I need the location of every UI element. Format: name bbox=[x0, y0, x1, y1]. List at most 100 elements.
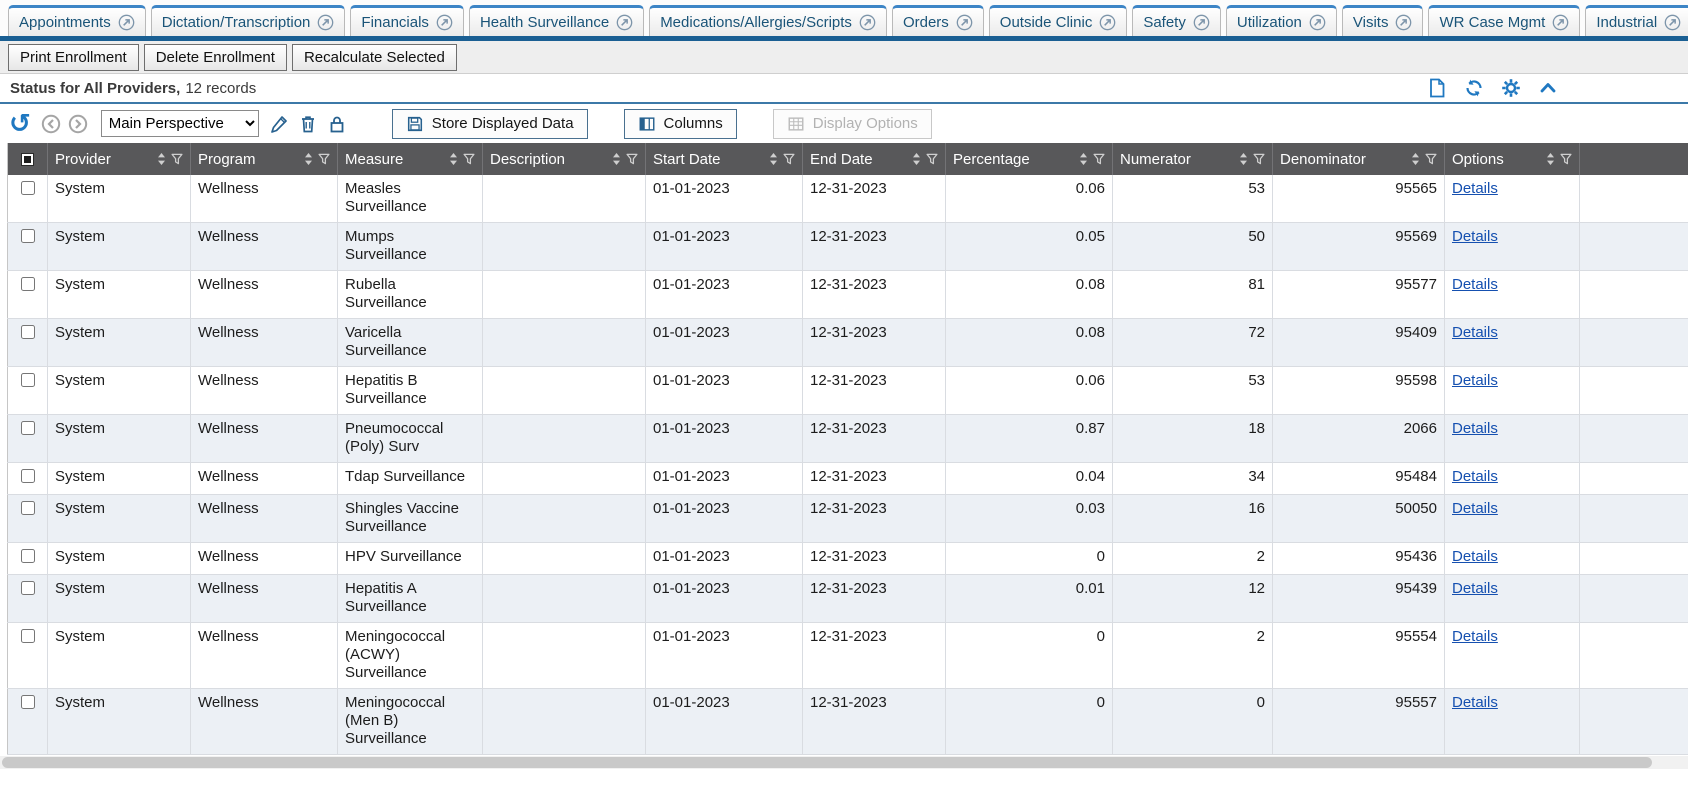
open-tab-window-icon[interactable] bbox=[436, 14, 453, 31]
tab-dictation-transcription[interactable]: Dictation/Transcription bbox=[151, 5, 346, 36]
open-tab-window-icon[interactable] bbox=[1099, 14, 1116, 31]
details-link[interactable]: Details bbox=[1452, 548, 1498, 565]
filter-icon[interactable] bbox=[1093, 153, 1105, 165]
sort-icon[interactable] bbox=[1079, 152, 1088, 166]
details-link[interactable]: Details bbox=[1452, 420, 1498, 437]
open-tab-window-icon[interactable] bbox=[956, 14, 973, 31]
new-document-icon[interactable] bbox=[1427, 78, 1447, 98]
sort-icon[interactable] bbox=[912, 152, 921, 166]
open-tab-window-icon[interactable] bbox=[616, 14, 633, 31]
cell-description bbox=[483, 367, 646, 415]
tab-utilization[interactable]: Utilization bbox=[1226, 5, 1337, 36]
sort-icon[interactable] bbox=[304, 152, 313, 166]
row-select-checkbox[interactable] bbox=[21, 229, 35, 243]
column-header-percentage[interactable]: Percentage bbox=[946, 143, 1113, 175]
row-select-checkbox[interactable] bbox=[21, 325, 35, 339]
sort-icon[interactable] bbox=[1239, 152, 1248, 166]
nav-forward-icon[interactable] bbox=[68, 114, 88, 134]
details-link[interactable]: Details bbox=[1452, 580, 1498, 597]
column-header-description[interactable]: Description bbox=[483, 143, 646, 175]
open-tab-window-icon[interactable] bbox=[1664, 14, 1681, 31]
details-link[interactable]: Details bbox=[1452, 228, 1498, 245]
details-link[interactable]: Details bbox=[1452, 276, 1498, 293]
row-select-checkbox[interactable] bbox=[21, 501, 35, 515]
sort-icon[interactable] bbox=[157, 152, 166, 166]
open-tab-window-icon[interactable] bbox=[859, 14, 876, 31]
collapse-chevron-icon[interactable] bbox=[1538, 78, 1558, 98]
filter-icon[interactable] bbox=[926, 153, 938, 165]
column-header-options[interactable]: Options bbox=[1445, 143, 1580, 175]
display-options-button[interactable]: Display Options bbox=[773, 109, 932, 139]
store-displayed-data-button[interactable]: Store Displayed Data bbox=[392, 109, 588, 139]
nav-back-icon[interactable] bbox=[41, 114, 61, 134]
column-header-measure[interactable]: Measure bbox=[338, 143, 483, 175]
refresh-icon[interactable] bbox=[1464, 78, 1484, 98]
filter-icon[interactable] bbox=[318, 153, 330, 165]
sort-icon[interactable] bbox=[1411, 152, 1420, 166]
tab-industrial[interactable]: Industrial bbox=[1585, 5, 1688, 36]
tab-outside-clinic[interactable]: Outside Clinic bbox=[989, 5, 1128, 36]
edit-pencil-icon[interactable] bbox=[269, 114, 289, 134]
row-select-checkbox[interactable] bbox=[21, 581, 35, 595]
filter-icon[interactable] bbox=[783, 153, 795, 165]
undo-icon[interactable]: ↺ bbox=[9, 111, 31, 137]
tab-appointments[interactable]: Appointments bbox=[8, 5, 146, 36]
print-enrollment-button[interactable]: Print Enrollment bbox=[8, 44, 139, 71]
column-header-denominator[interactable]: Denominator bbox=[1273, 143, 1445, 175]
details-link[interactable]: Details bbox=[1452, 468, 1498, 485]
column-header-end_date[interactable]: End Date bbox=[803, 143, 946, 175]
tab-medications-allergies-scripts[interactable]: Medications/Allergies/Scripts bbox=[649, 5, 887, 36]
row-select-checkbox[interactable] bbox=[21, 421, 35, 435]
columns-button[interactable]: Columns bbox=[624, 109, 737, 139]
row-select-checkbox[interactable] bbox=[21, 181, 35, 195]
filter-icon[interactable] bbox=[463, 153, 475, 165]
column-header-program[interactable]: Program bbox=[191, 143, 338, 175]
settings-gear-icon[interactable] bbox=[1501, 78, 1521, 98]
horizontal-scrollbar[interactable] bbox=[0, 756, 1688, 769]
tab-orders[interactable]: Orders bbox=[892, 5, 984, 36]
filter-icon[interactable] bbox=[1560, 153, 1572, 165]
open-tab-window-icon[interactable] bbox=[1193, 14, 1210, 31]
details-link[interactable]: Details bbox=[1452, 500, 1498, 517]
row-select-checkbox[interactable] bbox=[21, 373, 35, 387]
open-tab-window-icon[interactable] bbox=[1395, 14, 1412, 31]
filter-icon[interactable] bbox=[626, 153, 638, 165]
row-select-checkbox[interactable] bbox=[21, 629, 35, 643]
sort-icon[interactable] bbox=[769, 152, 778, 166]
row-select-checkbox[interactable] bbox=[21, 549, 35, 563]
tab-safety[interactable]: Safety bbox=[1132, 5, 1221, 36]
details-link[interactable]: Details bbox=[1452, 694, 1498, 711]
tab-visits[interactable]: Visits bbox=[1342, 5, 1424, 36]
sort-icon[interactable] bbox=[1546, 152, 1555, 166]
delete-enrollment-button[interactable]: Delete Enrollment bbox=[144, 44, 287, 71]
filter-icon[interactable] bbox=[1253, 153, 1265, 165]
open-tab-window-icon[interactable] bbox=[118, 14, 135, 31]
row-select-checkbox[interactable] bbox=[21, 695, 35, 709]
details-link[interactable]: Details bbox=[1452, 180, 1498, 197]
details-link[interactable]: Details bbox=[1452, 324, 1498, 341]
filter-icon[interactable] bbox=[1425, 153, 1437, 165]
select-all-header[interactable] bbox=[8, 143, 48, 175]
open-tab-window-icon[interactable] bbox=[317, 14, 334, 31]
perspective-select[interactable]: Main Perspective bbox=[101, 110, 259, 137]
sort-icon[interactable] bbox=[612, 152, 621, 166]
lock-icon[interactable] bbox=[327, 114, 347, 134]
open-tab-window-icon[interactable] bbox=[1552, 14, 1569, 31]
column-header-provider[interactable]: Provider bbox=[48, 143, 191, 175]
sort-icon[interactable] bbox=[449, 152, 458, 166]
select-all-checkbox[interactable] bbox=[21, 153, 34, 166]
details-link[interactable]: Details bbox=[1452, 372, 1498, 389]
row-select-checkbox[interactable] bbox=[21, 277, 35, 291]
tab-wr-case-mgmt[interactable]: WR Case Mgmt bbox=[1428, 5, 1580, 36]
details-link[interactable]: Details bbox=[1452, 628, 1498, 645]
row-select-checkbox[interactable] bbox=[21, 469, 35, 483]
scrollbar-thumb[interactable] bbox=[2, 757, 1652, 768]
tab-financials[interactable]: Financials bbox=[350, 5, 464, 36]
column-header-start_date[interactable]: Start Date bbox=[646, 143, 803, 175]
open-tab-window-icon[interactable] bbox=[1309, 14, 1326, 31]
recalculate-selected-button[interactable]: Recalculate Selected bbox=[292, 44, 457, 71]
column-header-numerator[interactable]: Numerator bbox=[1113, 143, 1273, 175]
delete-trash-icon[interactable] bbox=[298, 114, 318, 134]
tab-health-surveillance[interactable]: Health Surveillance bbox=[469, 5, 644, 36]
filter-icon[interactable] bbox=[171, 153, 183, 165]
